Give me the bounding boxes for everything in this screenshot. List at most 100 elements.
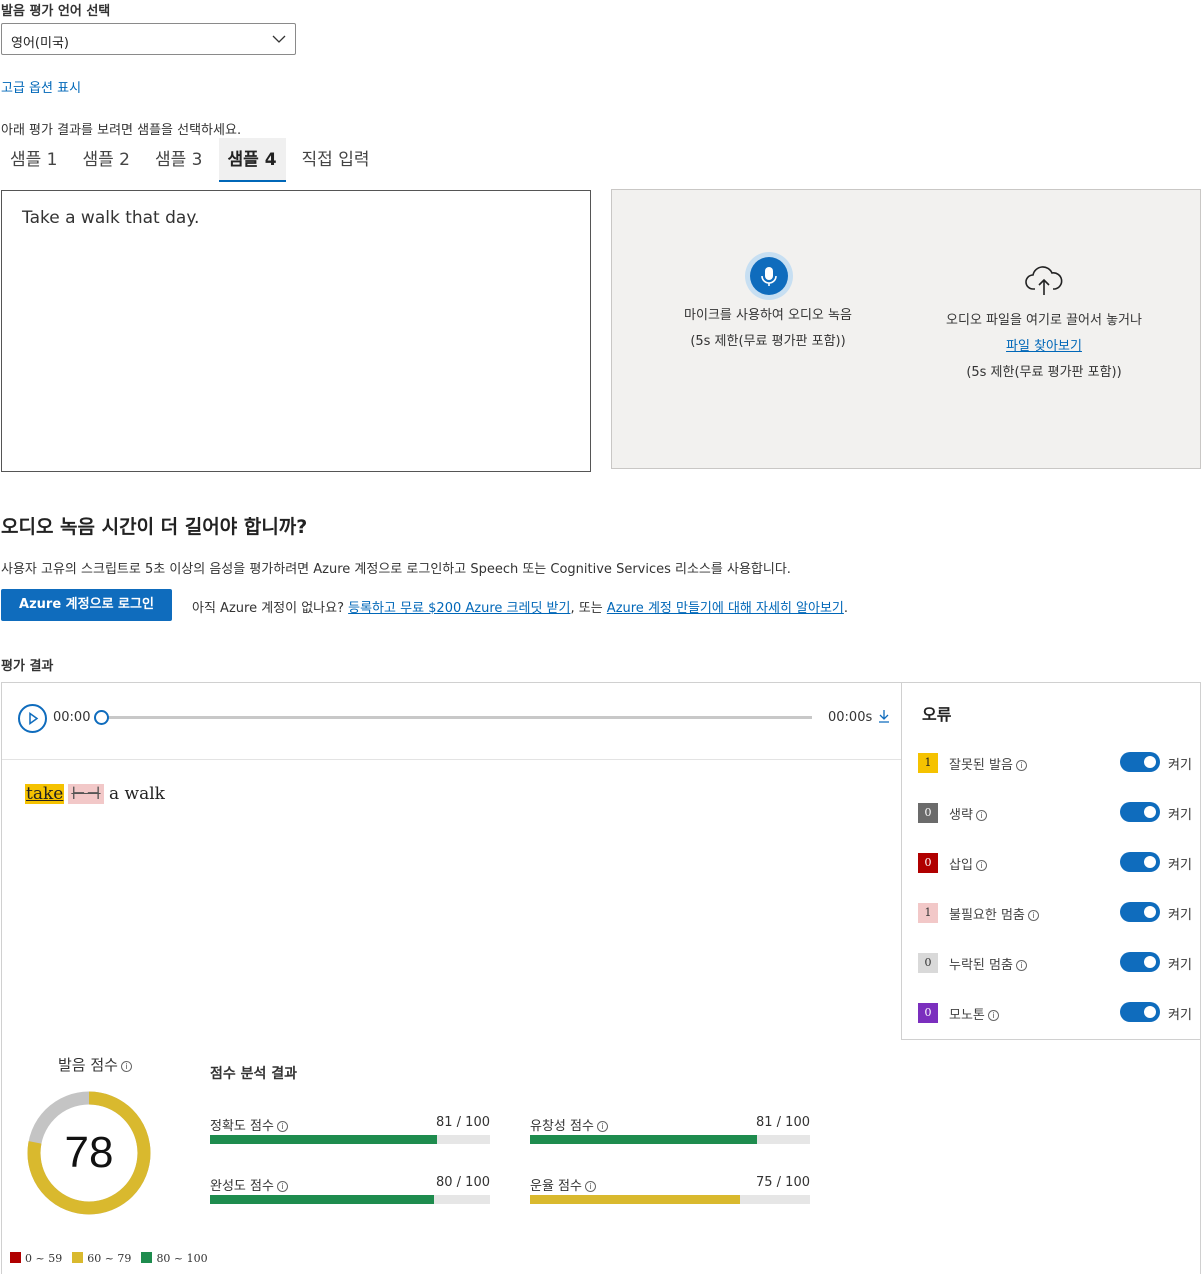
- metric-bar-fill: [210, 1195, 434, 1204]
- info-icon[interactable]: i: [120, 1061, 132, 1072]
- tab-sample-3[interactable]: 샘플 3: [146, 138, 212, 182]
- error-toggle[interactable]: [1120, 952, 1160, 972]
- language-label: 발음 평가 언어 선택: [1, 4, 111, 19]
- play-button[interactable]: [18, 704, 47, 733]
- info-icon[interactable]: i: [1027, 910, 1039, 921]
- azure-note: 아직 Azure 계정이 없나요? 등록하고 무료 $200 Azure 크레딧…: [192, 597, 848, 616]
- tab-sample-2[interactable]: 샘플 2: [74, 138, 140, 182]
- file-line-1: 오디오 파일을 여기로 끌어서 놓거나: [946, 313, 1142, 328]
- microphone-icon: [750, 257, 788, 295]
- error-panel: 오류 1 잘못된 발음 i 켜기 0 생략 i 켜기 0 삽입 i 켜기 1 불필요한 멈춤 i 켜기 0 누락된…: [902, 683, 1201, 1040]
- free-credit-link[interactable]: 등록하고 무료 $200 Azure 크레딧 받기: [348, 601, 570, 616]
- metric-fluency: 유창성 점수 i 81 / 100: [530, 1115, 810, 1155]
- error-toggle[interactable]: [1120, 802, 1160, 822]
- learn-more-link[interactable]: Azure 계정 만들기에 대해 자세히 알아보기: [607, 601, 844, 616]
- info-icon[interactable]: i: [584, 1181, 596, 1192]
- duration: 00:00s: [828, 710, 873, 725]
- toggle-label: 켜기: [1168, 858, 1192, 873]
- play-icon: [29, 712, 39, 725]
- record-button[interactable]: [745, 252, 793, 300]
- toggle-label: 켜기: [1168, 908, 1192, 923]
- azure-note-prefix: 아직 Azure 계정이 없나요?: [192, 601, 344, 616]
- legend-item-mid: 60 ~ 79: [72, 1252, 131, 1265]
- error-count-badge: 0: [918, 803, 938, 823]
- breakdown-title: 점수 분석 결과: [210, 1066, 298, 1082]
- error-type-label: 누락된 멈춤 i: [949, 954, 1027, 973]
- cloud-upload-icon: [1025, 266, 1063, 295]
- error-toggle[interactable]: [1120, 752, 1160, 772]
- info-icon[interactable]: i: [975, 860, 987, 871]
- browse-files-link[interactable]: 파일 찾아보기: [928, 334, 1160, 360]
- sample-tabs: 샘플 1 샘플 2 샘플 3 샘플 4 직접 입력: [1, 138, 386, 182]
- mic-instructions: 마이크를 사용하여 오디오 녹음 (5s 제한(무료 평가판 포함)): [668, 303, 868, 355]
- metric-bar: [530, 1135, 810, 1144]
- info-icon[interactable]: i: [1015, 760, 1027, 771]
- error-count-badge: 0: [918, 953, 938, 973]
- azure-note-mid: , 또는: [570, 601, 603, 616]
- info-icon[interactable]: i: [975, 810, 987, 821]
- language-select[interactable]: 영어(미국): [1, 23, 296, 55]
- pron-score-value: 78: [65, 1128, 114, 1177]
- chevron-down-icon: [272, 35, 286, 43]
- azure-login-button[interactable]: Azure 계정으로 로그인: [1, 589, 172, 621]
- error-count-badge: 0: [918, 853, 938, 873]
- word-unexpected-break[interactable]: ⊢⊣: [68, 784, 104, 804]
- metric-bar: [530, 1195, 810, 1204]
- metric-value: 75 / 100: [756, 1175, 810, 1190]
- error-row: 0 누락된 멈춤 i 켜기: [918, 952, 1198, 976]
- error-toggle[interactable]: [1120, 1002, 1160, 1022]
- info-icon[interactable]: i: [276, 1121, 288, 1132]
- metric-bar-fill: [530, 1135, 757, 1144]
- download-icon[interactable]: [878, 709, 890, 723]
- info-icon[interactable]: i: [987, 1010, 999, 1021]
- assessed-words: take ⊢⊣ a walk: [25, 784, 165, 804]
- error-type-label: 생략 i: [949, 804, 987, 823]
- metric-bar: [210, 1195, 490, 1204]
- azure-note-end: .: [843, 601, 849, 616]
- audio-player: 00:00 00:00s: [2, 683, 901, 760]
- toggle-label: 켜기: [1168, 1008, 1192, 1023]
- current-time: 00:00: [53, 710, 91, 725]
- toggle-label: 켜기: [1168, 808, 1192, 823]
- pron-score-title: 발음 점수 i: [58, 1054, 132, 1075]
- metric-bar-fill: [530, 1195, 740, 1204]
- error-count-badge: 0: [918, 1003, 938, 1023]
- metric-value: 81 / 100: [756, 1115, 810, 1130]
- azure-section-desc: 사용자 고유의 스크립트로 5초 이상의 음성을 평가하려면 Azure 계정으…: [1, 562, 791, 577]
- metric-name: 운율 점수 i: [530, 1175, 596, 1194]
- word-plain[interactable]: a walk: [109, 784, 165, 804]
- reference-text: Take a walk that day.: [22, 208, 200, 228]
- score-area: 발음 점수 i: [2, 1040, 1201, 1274]
- tab-sample-1[interactable]: 샘플 1: [1, 138, 67, 182]
- legend-label-low: 0 ~ 59: [25, 1252, 63, 1265]
- error-type-label: 불필요한 멈춤 i: [949, 904, 1039, 923]
- audio-upload-panel: 마이크를 사용하여 오디오 녹음 (5s 제한(무료 평가판 포함)) 오디오 …: [611, 189, 1201, 469]
- word-mispronounced[interactable]: take: [25, 784, 65, 804]
- error-row: 1 잘못된 발음 i 켜기: [918, 752, 1198, 776]
- reference-text-area[interactable]: Take a walk that day.: [1, 190, 591, 472]
- error-toggle[interactable]: [1120, 902, 1160, 922]
- metric-value: 81 / 100: [436, 1115, 490, 1130]
- metric-completeness: 완성도 점수 i 80 / 100: [210, 1175, 490, 1215]
- metric-accuracy: 정확도 점수 i 81 / 100: [210, 1115, 490, 1155]
- error-row: 0 모노톤 i 켜기: [918, 1002, 1198, 1026]
- file-instructions: 오디오 파일을 여기로 끌어서 놓거나 파일 찾아보기 (5s 제한(무료 평가…: [928, 308, 1160, 386]
- tab-direct-input[interactable]: 직접 입력: [293, 138, 379, 182]
- errors-title: 오류: [922, 705, 952, 724]
- legend-swatch-low: [10, 1252, 21, 1263]
- advanced-options-link[interactable]: 고급 옵션 표시: [1, 77, 81, 96]
- seek-handle[interactable]: [94, 710, 109, 725]
- seek-track[interactable]: [102, 716, 812, 719]
- legend-label-high: 80 ~ 100: [156, 1252, 208, 1265]
- error-toggle[interactable]: [1120, 852, 1160, 872]
- file-line-3: (5s 제한(무료 평가판 포함)): [966, 365, 1122, 380]
- results-label: 평가 결과: [1, 659, 54, 674]
- info-icon[interactable]: i: [1015, 960, 1027, 971]
- sample-hint: 아래 평가 결과를 보려면 샘플을 선택하세요.: [1, 123, 242, 138]
- mic-line-1: 마이크를 사용하여 오디오 녹음: [684, 308, 852, 323]
- error-row: 0 삽입 i 켜기: [918, 852, 1198, 876]
- info-icon[interactable]: i: [276, 1181, 288, 1192]
- tab-sample-4[interactable]: 샘플 4: [218, 138, 286, 182]
- pron-score-label: 발음 점수: [58, 1056, 118, 1074]
- info-icon[interactable]: i: [596, 1121, 608, 1132]
